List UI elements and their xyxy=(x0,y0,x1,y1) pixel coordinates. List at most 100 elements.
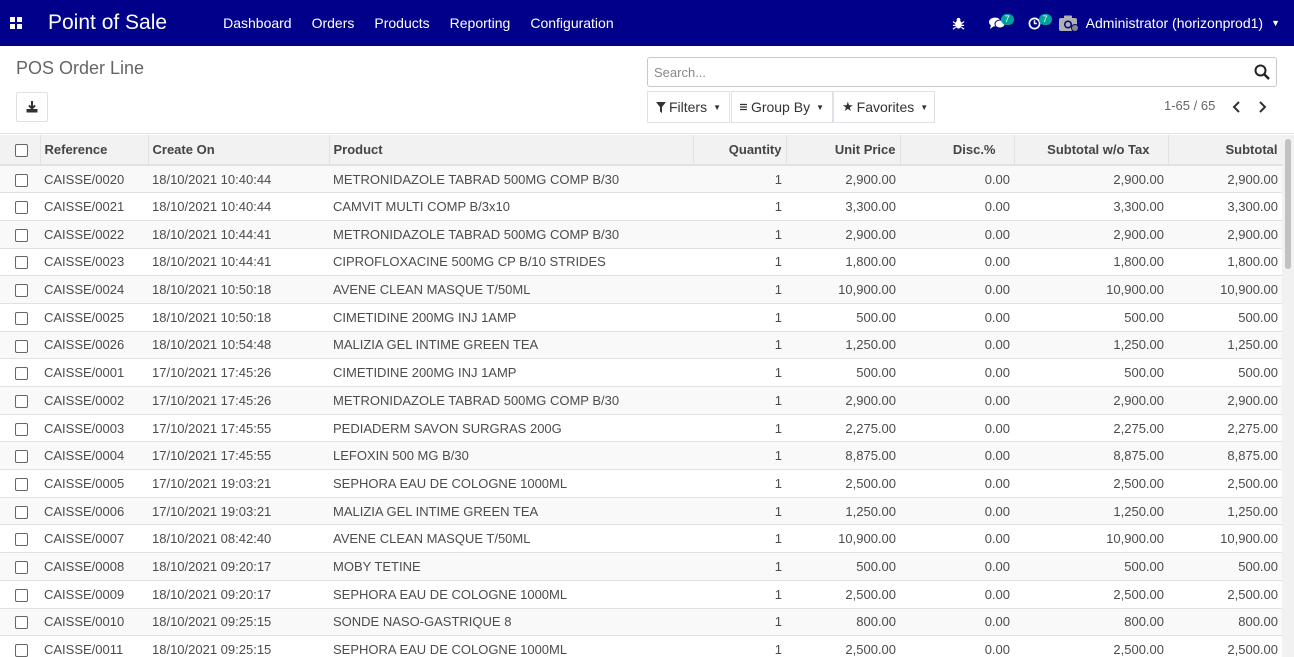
table-row[interactable]: CAISSE/0006 17/10/2021 19:03:21 MALIZIA GE… xyxy=(0,497,1282,526)
cell-discount[interactable]: 0.00 xyxy=(900,220,1014,249)
cell-discount[interactable]: 0.00 xyxy=(900,524,1014,554)
row-checkbox-cell[interactable] xyxy=(0,580,40,609)
cell-product[interactable]: SEPHORA EAU DE COLOGNE 1000ML xyxy=(329,469,693,498)
cell-discount[interactable]: 0.00 xyxy=(900,358,1014,387)
cell-discount[interactable]: 0.00 xyxy=(900,497,1014,526)
cell-subtotal-wo-tax[interactable]: 2,500.00 xyxy=(1014,469,1168,498)
cell-subtotal-wo-tax[interactable]: 10,900.00 xyxy=(1014,275,1168,304)
table-row[interactable]: CAISSE/0026 18/10/2021 10:54:48 MALIZIA GE… xyxy=(0,331,1282,360)
column-header-quantity[interactable]: Quantity xyxy=(693,135,787,166)
table-row[interactable]: CAISSE/0008 18/10/2021 09:20:17 MOBY TETIN… xyxy=(0,552,1282,581)
cell-discount[interactable]: 0.00 xyxy=(900,303,1014,332)
cell-product[interactable]: MOBY TETINE xyxy=(329,552,693,581)
table-row[interactable]: CAISSE/0004 17/10/2021 17:45:55 LEFOXIN 50… xyxy=(0,441,1282,471)
cell-create-on[interactable]: 17/10/2021 17:45:26 xyxy=(148,358,329,387)
table-row[interactable]: CAISSE/0022 18/10/2021 10:44:41 METRONIDAZ… xyxy=(0,220,1282,249)
cell-subtotal[interactable]: 2,275.00 xyxy=(1168,414,1282,443)
cell-quantity[interactable]: 1 xyxy=(693,580,786,609)
cell-unit-price[interactable]: 1,800.00 xyxy=(786,248,900,277)
cell-subtotal-wo-tax[interactable]: 1,800.00 xyxy=(1014,248,1168,277)
table-row[interactable]: CAISSE/0005 17/10/2021 19:03:21 SEPHORA EA… xyxy=(0,469,1282,498)
cell-subtotal[interactable]: 500.00 xyxy=(1168,358,1282,387)
cell-create-on[interactable]: 18/10/2021 09:25:15 xyxy=(148,608,329,637)
cell-product[interactable]: MALIZIA GEL INTIME GREEN TEA xyxy=(329,497,693,526)
cell-reference[interactable]: CAISSE/0025 xyxy=(40,303,148,332)
cell-reference[interactable]: CAISSE/0010 xyxy=(40,608,148,637)
cell-subtotal[interactable]: 1,250.00 xyxy=(1168,497,1282,526)
cell-subtotal-wo-tax[interactable]: 2,900.00 xyxy=(1014,165,1168,194)
menu-products[interactable]: Products xyxy=(364,15,439,31)
row-checkbox[interactable] xyxy=(15,533,28,547)
table-row[interactable]: CAISSE/0025 18/10/2021 10:50:18 CIMETIDINE… xyxy=(0,303,1282,332)
row-checkbox-cell[interactable] xyxy=(0,608,40,637)
cell-subtotal[interactable]: 2,900.00 xyxy=(1168,220,1282,249)
user-menu[interactable]: Administrator (horizonprod1) ▼ xyxy=(1058,14,1280,32)
cell-unit-price[interactable]: 1,250.00 xyxy=(786,497,900,526)
cell-quantity[interactable]: 1 xyxy=(693,608,786,637)
cell-subtotal-wo-tax[interactable]: 8,875.00 xyxy=(1014,441,1168,471)
row-checkbox[interactable] xyxy=(15,173,28,187)
cell-subtotal-wo-tax[interactable]: 2,275.00 xyxy=(1014,414,1168,443)
cell-product[interactable]: SEPHORA EAU DE COLOGNE 1000ML xyxy=(329,580,693,609)
row-checkbox[interactable] xyxy=(15,616,28,630)
cell-subtotal-wo-tax[interactable]: 1,250.00 xyxy=(1014,497,1168,526)
cell-reference[interactable]: CAISSE/0007 xyxy=(40,524,148,554)
cell-product[interactable]: AVENE CLEAN MASQUE T/50ML xyxy=(329,524,693,554)
cell-create-on[interactable]: 18/10/2021 09:20:17 xyxy=(148,552,329,581)
table-row[interactable]: CAISSE/0011 18/10/2021 09:25:15 SEPHORA EA… xyxy=(0,635,1282,657)
column-header-subtotal[interactable]: Subtotal xyxy=(1168,135,1282,166)
pager-value[interactable]: 1-65 / 65 xyxy=(1164,98,1215,113)
row-checkbox[interactable] xyxy=(15,477,28,491)
cell-subtotal[interactable]: 3,300.00 xyxy=(1168,192,1282,221)
cell-subtotal[interactable]: 2,500.00 xyxy=(1168,469,1282,498)
cell-subtotal[interactable]: 800.00 xyxy=(1168,608,1282,637)
menu-configuration[interactable]: Configuration xyxy=(520,15,623,31)
cell-unit-price[interactable]: 3,300.00 xyxy=(786,192,900,221)
row-checkbox-cell[interactable] xyxy=(0,524,40,554)
cell-product[interactable]: CAMVIT MULTI COMP B/3x10 xyxy=(329,192,693,221)
row-checkbox-cell[interactable] xyxy=(0,635,40,657)
row-checkbox[interactable] xyxy=(15,256,28,270)
cell-quantity[interactable]: 1 xyxy=(693,386,786,415)
cell-unit-price[interactable]: 800.00 xyxy=(786,608,900,637)
table-row[interactable]: CAISSE/0021 18/10/2021 10:40:44 CAMVIT MUL… xyxy=(0,192,1282,221)
cell-subtotal[interactable]: 500.00 xyxy=(1168,552,1282,581)
cell-create-on[interactable]: 18/10/2021 10:54:48 xyxy=(148,331,329,360)
table-row[interactable]: CAISSE/0009 18/10/2021 09:20:17 SEPHORA EA… xyxy=(0,580,1282,609)
cell-quantity[interactable]: 1 xyxy=(693,469,786,498)
cell-quantity[interactable]: 1 xyxy=(693,192,786,221)
table-row[interactable]: CAISSE/0010 18/10/2021 09:25:15 SONDE NASO… xyxy=(0,608,1282,637)
row-checkbox[interactable] xyxy=(15,422,28,436)
row-checkbox-cell[interactable] xyxy=(0,358,40,387)
cell-subtotal[interactable]: 1,800.00 xyxy=(1168,248,1282,277)
row-checkbox[interactable] xyxy=(15,311,28,325)
cell-quantity[interactable]: 1 xyxy=(693,248,786,277)
cell-unit-price[interactable]: 2,500.00 xyxy=(786,580,900,609)
row-checkbox-cell[interactable] xyxy=(0,275,40,304)
scrollbar-thumb[interactable] xyxy=(1285,139,1291,269)
cell-quantity[interactable]: 1 xyxy=(693,165,786,194)
menu-dashboard[interactable]: Dashboard xyxy=(213,15,302,31)
cell-unit-price[interactable]: 500.00 xyxy=(786,358,900,387)
pager-previous-icon[interactable] xyxy=(1229,98,1243,116)
cell-unit-price[interactable]: 2,500.00 xyxy=(786,635,900,657)
cell-quantity[interactable]: 1 xyxy=(693,635,786,657)
cell-product[interactable]: METRONIDAZOLE TABRAD 500MG COMP B/30 xyxy=(329,220,693,249)
cell-reference[interactable]: CAISSE/0003 xyxy=(40,414,148,443)
cell-unit-price[interactable]: 2,900.00 xyxy=(786,220,900,249)
cell-product[interactable]: AVENE CLEAN MASQUE T/50ML xyxy=(329,275,693,304)
cell-reference[interactable]: CAISSE/0026 xyxy=(40,331,148,360)
cell-subtotal-wo-tax[interactable]: 800.00 xyxy=(1014,608,1168,637)
cell-reference[interactable]: CAISSE/0024 xyxy=(40,275,148,304)
cell-subtotal-wo-tax[interactable]: 1,250.00 xyxy=(1014,331,1168,360)
cell-quantity[interactable]: 1 xyxy=(693,414,786,443)
cell-unit-price[interactable]: 2,900.00 xyxy=(786,165,900,194)
cell-discount[interactable]: 0.00 xyxy=(900,165,1014,194)
cell-quantity[interactable]: 1 xyxy=(693,497,786,526)
cell-reference[interactable]: CAISSE/0006 xyxy=(40,497,148,526)
cell-create-on[interactable]: 18/10/2021 10:44:41 xyxy=(148,248,329,277)
apps-menu-icon[interactable] xyxy=(0,0,32,46)
cell-discount[interactable]: 0.00 xyxy=(900,331,1014,360)
table-row[interactable]: CAISSE/0007 18/10/2021 08:42:40 AVENE CLEA… xyxy=(0,524,1282,554)
row-checkbox[interactable] xyxy=(15,561,28,574)
